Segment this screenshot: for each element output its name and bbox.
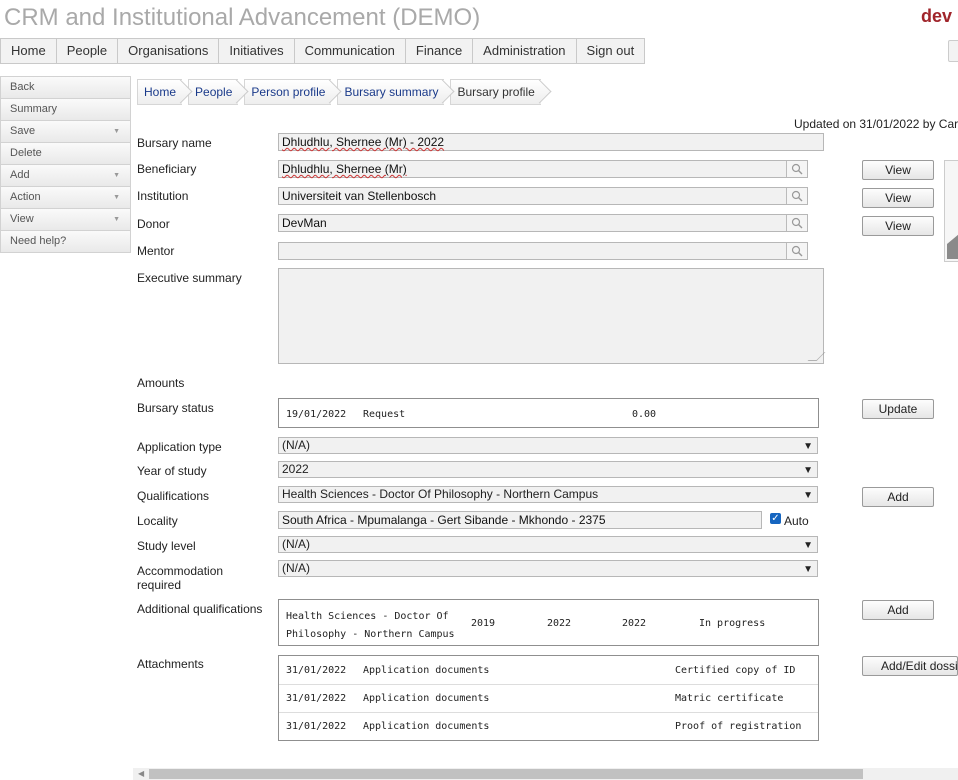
- donor-field[interactable]: DevMan: [278, 214, 808, 232]
- resize-handle-icon[interactable]: [807, 352, 826, 361]
- locality-auto-label: Auto: [784, 514, 809, 528]
- top-navigation: Home People Organisations Initiatives Co…: [0, 38, 646, 64]
- view-beneficiary-button[interactable]: View: [862, 160, 934, 180]
- accommodation-select[interactable]: (N/A) ▼: [278, 560, 818, 577]
- topnav-home[interactable]: Home: [1, 39, 57, 63]
- breadcrumb-people[interactable]: People: [188, 79, 239, 105]
- status-value: Request: [363, 409, 406, 420]
- sidebar-view[interactable]: View: [0, 209, 131, 231]
- qualifications-select[interactable]: Health Sciences - Doctor Of Philosophy -…: [278, 486, 818, 503]
- app-title: CRM and Institutional Advancement (DEMO): [4, 4, 481, 31]
- label-executive-summary: Executive summary: [137, 271, 242, 285]
- sidebar-add[interactable]: Add: [0, 165, 131, 187]
- mentor-field[interactable]: [278, 242, 808, 260]
- search-icon[interactable]: [786, 215, 807, 231]
- study-level-select[interactable]: (N/A) ▼: [278, 536, 818, 553]
- scrollbar-thumb[interactable]: [149, 769, 863, 779]
- label-accommodation: Accommodation required: [137, 564, 224, 592]
- additional-qualification-year: 2022: [622, 618, 647, 629]
- sidebar: Back Summary Save Delete Add Action View…: [0, 76, 131, 253]
- label-additional-qualifications: Additional qualifications: [137, 602, 263, 616]
- year-of-study-select[interactable]: 2022 ▼: [278, 461, 818, 478]
- label-bursary-name: Bursary name: [137, 136, 212, 150]
- horizontal-scrollbar[interactable]: ◀: [133, 768, 958, 780]
- institution-field[interactable]: Universiteit van Stellenbosch: [278, 187, 808, 205]
- label-bursary-status: Bursary status: [137, 401, 214, 415]
- label-application-type: Application type: [137, 440, 222, 454]
- chevron-down-icon: ▼: [803, 441, 813, 452]
- attachment-row[interactable]: 31/01/2022 Application documents Proof o…: [279, 712, 818, 740]
- topnav-communication[interactable]: Communication: [295, 39, 406, 63]
- search-icon[interactable]: [786, 243, 807, 259]
- label-donor: Donor: [137, 217, 170, 231]
- status-date: 19/01/2022: [286, 409, 347, 420]
- topnav-people[interactable]: People: [57, 39, 119, 63]
- sidebar-save[interactable]: Save: [0, 121, 131, 143]
- label-year-of-study: Year of study: [137, 464, 207, 478]
- application-type-select[interactable]: (N/A) ▼: [278, 437, 818, 454]
- additional-qualification-name: Health Sciences - Doctor Of Philosophy - …: [286, 611, 455, 640]
- label-amounts: Amounts: [137, 376, 185, 390]
- executive-summary-textarea[interactable]: [278, 268, 826, 364]
- brand-logo: dev: [921, 6, 953, 26]
- bursary-name-field[interactable]: Dhludhlu, Shernee (Mr) - 2022: [278, 133, 824, 151]
- beneficiary-field[interactable]: Dhludhlu, Shernee (Mr): [278, 160, 808, 178]
- breadcrumb: Home People Person profile Bursary summa…: [137, 79, 547, 105]
- view-donor-button[interactable]: View: [862, 216, 934, 236]
- additional-qualification-end: 2022: [547, 618, 572, 629]
- locality-auto-checkbox[interactable]: ✓: [770, 513, 781, 524]
- label-institution: Institution: [137, 189, 189, 203]
- search-icon[interactable]: [786, 161, 807, 177]
- search-icon[interactable]: [786, 188, 807, 204]
- sidebar-summary[interactable]: Summary: [0, 99, 131, 121]
- locality-field[interactable]: South Africa - Mpumalanga - Gert Sibande…: [278, 511, 762, 529]
- updated-info: Updated on 31/01/2022 by Carol: [794, 117, 958, 131]
- sidebar-action[interactable]: Action: [0, 187, 131, 209]
- topnav-sign-out[interactable]: Sign out: [577, 39, 646, 63]
- top-right-control[interactable]: [948, 40, 958, 62]
- sidebar-back[interactable]: Back: [0, 76, 131, 99]
- status-amount: 0.00: [632, 409, 657, 420]
- scroll-left-icon[interactable]: ◀: [138, 769, 144, 778]
- attachment-row[interactable]: 31/01/2022 Application documents Matric …: [279, 684, 818, 713]
- view-institution-button[interactable]: View: [862, 188, 934, 208]
- breadcrumb-bursary-profile: Bursary profile: [450, 79, 541, 105]
- chevron-down-icon: ▼: [803, 465, 813, 476]
- attachment-row[interactable]: 31/01/2022 Application documents Certifi…: [279, 656, 818, 685]
- label-attachments: Attachments: [137, 657, 204, 671]
- sidebar-need-help[interactable]: Need help?: [0, 231, 131, 253]
- topnav-initiatives[interactable]: Initiatives: [219, 39, 295, 63]
- profile-photo: [944, 160, 958, 262]
- label-mentor: Mentor: [137, 244, 175, 258]
- breadcrumb-home[interactable]: Home: [137, 79, 183, 105]
- breadcrumb-bursary-summary[interactable]: Bursary summary: [337, 79, 445, 105]
- add-qualification-button[interactable]: Add: [862, 487, 934, 507]
- topnav-finance[interactable]: Finance: [406, 39, 474, 63]
- sidebar-delete[interactable]: Delete: [0, 143, 131, 165]
- chevron-down-icon: ▼: [803, 540, 813, 551]
- add-additional-qualification-button[interactable]: Add: [862, 600, 934, 620]
- additional-qualification-start: 2019: [471, 618, 496, 629]
- add-edit-dossier-button[interactable]: Add/Edit dossier: [862, 656, 958, 676]
- topnav-organisations[interactable]: Organisations: [118, 39, 220, 63]
- additional-qualifications-table: Health Sciences - Doctor Of Philosophy - …: [278, 599, 819, 646]
- label-locality: Locality: [137, 514, 178, 528]
- chevron-down-icon: ▼: [803, 490, 813, 501]
- label-qualifications: Qualifications: [137, 489, 210, 503]
- breadcrumb-person-profile[interactable]: Person profile: [244, 79, 332, 105]
- update-status-button[interactable]: Update: [862, 399, 934, 419]
- attachments-table: 31/01/2022 Application documents Certifi…: [278, 655, 819, 741]
- chevron-down-icon: ▼: [803, 564, 813, 575]
- label-beneficiary: Beneficiary: [137, 162, 197, 176]
- additional-qualification-status: In progress: [699, 618, 766, 629]
- topnav-administration[interactable]: Administration: [473, 39, 577, 63]
- label-study-level: Study level: [137, 539, 196, 553]
- bursary-status-table: 19/01/2022 Request 0.00: [278, 398, 819, 428]
